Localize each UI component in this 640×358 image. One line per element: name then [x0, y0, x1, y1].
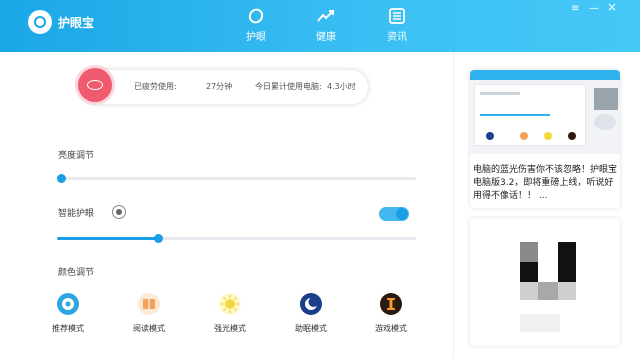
qr-code-card — [470, 218, 620, 346]
smart-eye-radio[interactable] — [112, 205, 126, 219]
mode-label: 助眠模式 — [295, 324, 327, 333]
fatigue-label: 已疲劳使用: — [134, 82, 177, 91]
tab-label: 资讯 — [387, 32, 407, 43]
mode-label: 强光模式 — [214, 324, 246, 333]
brightness-slider[interactable] — [56, 174, 416, 183]
app-title: 护眼宝 — [58, 16, 95, 30]
today-usage-label: 今日累计使用电脑: — [255, 82, 322, 91]
tab-eye-protection[interactable]: 护眼 — [233, 6, 279, 46]
close-icon[interactable]: × — [607, 1, 617, 13]
news-card[interactable]: 电脑的蓝光伤害你不该忽略！护眼宝电脑版3.2，即将重磅上线，听说好用得不像话！！… — [470, 70, 620, 208]
mode-label: 游戏模式 — [375, 324, 407, 333]
mode-label: 阅读模式 — [133, 324, 165, 333]
smart-eye-toggle[interactable] — [379, 207, 409, 221]
eye-shape-icon — [248, 8, 264, 24]
title-bar: 护眼宝 护眼 健康 资讯 ≡ — × — [0, 0, 640, 52]
panel-divider — [453, 52, 454, 358]
tab-label: 护眼 — [246, 32, 266, 43]
app-logo-icon — [28, 10, 52, 34]
today-usage-value: 4.3小时 — [327, 82, 356, 91]
mode-recommend[interactable]: 推荐模式 — [38, 292, 98, 336]
mode-game[interactable]: 游戏模式 — [361, 292, 421, 336]
brightness-label: 亮度调节 — [58, 151, 95, 161]
news-list-icon — [389, 8, 405, 24]
tab-health[interactable]: 健康 — [303, 6, 349, 46]
news-thumbnail — [470, 70, 620, 154]
qr-code-icon — [520, 242, 576, 332]
usage-status-card: 已疲劳使用: 27分钟 今日累计使用电脑: 4.3小时 — [78, 68, 368, 104]
mode-bright-light[interactable]: 强光模式 — [200, 292, 260, 336]
mode-sleep[interactable]: 助眠模式 — [281, 292, 341, 336]
tab-label: 健康 — [316, 32, 336, 43]
menu-icon[interactable]: ≡ — [571, 4, 579, 14]
fatigue-value: 27分钟 — [206, 82, 233, 91]
brightness-slider-thumb[interactable] — [56, 174, 66, 183]
game-icon — [380, 293, 402, 315]
fatigue-eye-icon — [78, 68, 112, 102]
book-icon — [138, 293, 160, 315]
recommend-face-icon — [57, 293, 79, 315]
color-adjust-label: 颜色调节 — [58, 268, 95, 278]
smart-eye-slider-fill — [57, 237, 158, 240]
news-headline: 电脑的蓝光伤害你不该忽略！护眼宝电脑版3.2，即将重磅上线，听说好用得不像话！！… — [473, 165, 618, 201]
smart-eye-slider[interactable] — [57, 234, 416, 243]
mode-reading[interactable]: 阅读模式 — [119, 292, 179, 336]
moon-icon — [300, 293, 322, 315]
smart-eye-slider-thumb[interactable] — [153, 234, 163, 243]
smart-eye-label: 智能护眼 — [58, 209, 95, 219]
minimize-icon[interactable]: — — [589, 4, 599, 14]
sun-icon — [219, 293, 241, 315]
tab-news[interactable]: 资讯 — [374, 6, 420, 46]
mode-label: 推荐模式 — [52, 324, 84, 333]
trend-line-icon — [317, 10, 334, 22]
